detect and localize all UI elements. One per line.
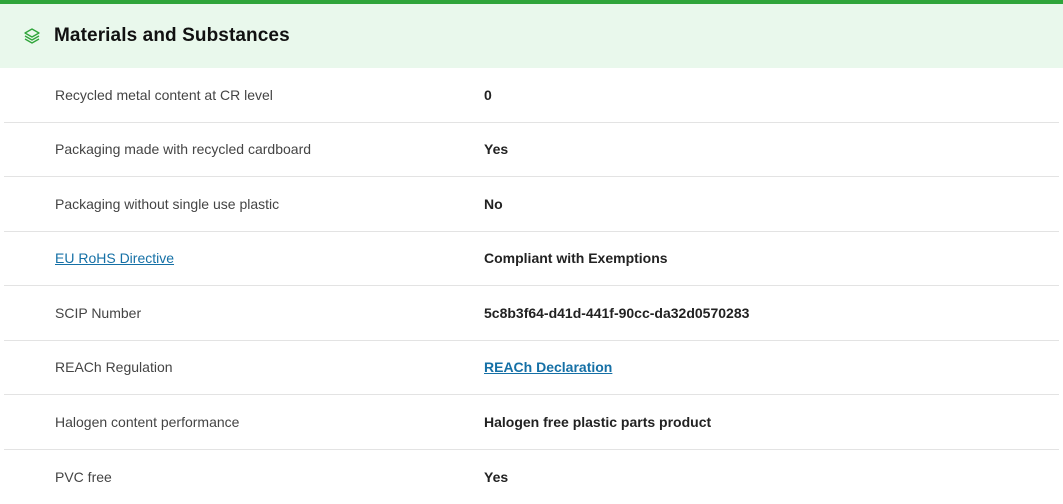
attribute-value: 0	[484, 87, 492, 103]
materials-panel: Materials and Substances Recycled metal …	[0, 0, 1063, 498]
attribute-value: REACh Declaration	[484, 359, 612, 375]
attribute-value: Yes	[484, 469, 508, 485]
attribute-value: No	[484, 196, 503, 212]
attribute-label: EU RoHS Directive	[4, 250, 484, 266]
table-row: Packaging made with recycled cardboard Y…	[4, 123, 1059, 178]
attribute-value: Halogen free plastic parts product	[484, 414, 711, 430]
table-row: Packaging without single use plastic No	[4, 177, 1059, 232]
table-row: Recycled metal content at CR level 0	[4, 68, 1059, 123]
table-row: PVC free Yes	[4, 450, 1059, 504]
attribute-value: 5c8b3f64-d41d-441f-90cc-da32d0570283	[484, 305, 749, 321]
attribute-label: Packaging made with recycled cardboard	[4, 141, 484, 157]
reach-declaration-link[interactable]: REACh Declaration	[484, 359, 612, 375]
attribute-label: PVC free	[4, 469, 484, 485]
attributes-table: Recycled metal content at CR level 0 Pac…	[0, 68, 1063, 504]
attribute-value: Compliant with Exemptions	[484, 250, 668, 266]
attribute-label: Packaging without single use plastic	[4, 196, 484, 212]
section-header[interactable]: Materials and Substances	[0, 4, 1063, 68]
layers-icon	[22, 26, 42, 46]
eu-rohs-directive-link[interactable]: EU RoHS Directive	[55, 250, 174, 266]
attribute-label: Halogen content performance	[4, 414, 484, 430]
table-row: Halogen content performance Halogen free…	[4, 395, 1059, 450]
table-row: REACh Regulation REACh Declaration	[4, 341, 1059, 396]
attribute-value: Yes	[484, 141, 508, 157]
table-row: SCIP Number 5c8b3f64-d41d-441f-90cc-da32…	[4, 286, 1059, 341]
attribute-label: REACh Regulation	[4, 359, 484, 375]
section-title: Materials and Substances	[54, 25, 290, 47]
attribute-label: SCIP Number	[4, 305, 484, 321]
attribute-label: Recycled metal content at CR level	[4, 87, 484, 103]
table-row: EU RoHS Directive Compliant with Exempti…	[4, 232, 1059, 287]
